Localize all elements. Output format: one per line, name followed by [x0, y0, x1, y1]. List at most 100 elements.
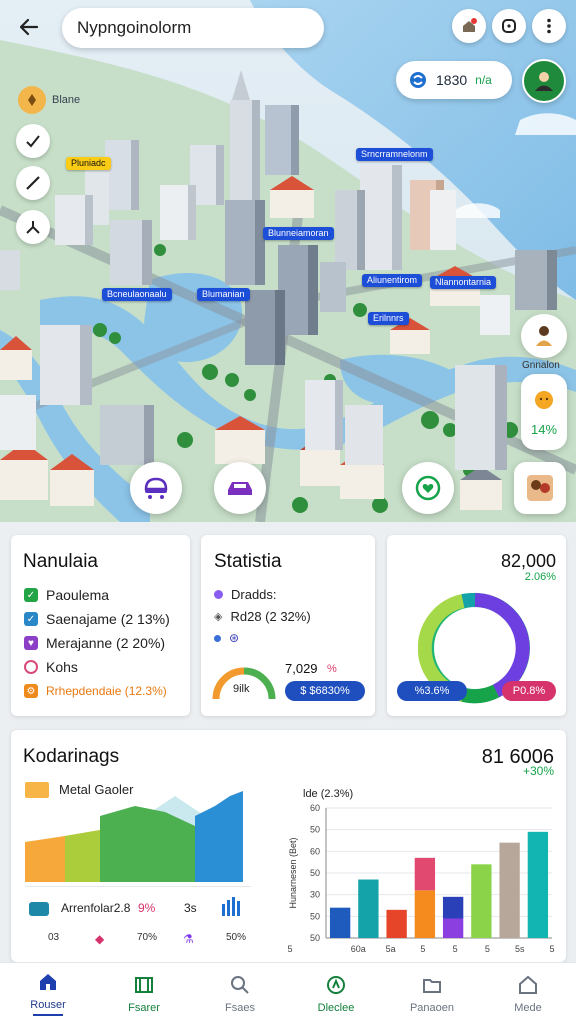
- legend-item[interactable]: ⚙ Rrhepdendaie (12.3%): [24, 679, 170, 703]
- badge-icon: ⊛: [229, 631, 240, 645]
- statistics-card: Statistia Dradds: ◈ Rd28 (2 32%) ⊛ 9ilk …: [201, 535, 375, 716]
- search-input-value: Nypngoinolorm: [77, 18, 192, 37]
- home-alert-icon: [463, 18, 477, 32]
- balance-pill[interactable]: 1830 n/a: [396, 61, 512, 99]
- home-icon: [40, 974, 56, 990]
- donut-badge-left[interactable]: %3.6%: [397, 681, 467, 701]
- map-tag[interactable]: Blunneiamoran: [263, 227, 334, 240]
- bar: [358, 879, 379, 938]
- y-tick-label: 50: [310, 868, 320, 878]
- x-tick-label: 5: [420, 944, 425, 954]
- x-tick-label: 5: [287, 944, 292, 954]
- area-foot-1: 03: [48, 932, 60, 943]
- layer-toggle[interactable]: Blane: [18, 86, 80, 114]
- donut-card-percent: 2.06%: [524, 571, 556, 583]
- legend-item[interactable]: ✓ Saenajame (2 13%): [24, 607, 170, 631]
- x-tick-label: 5: [453, 944, 458, 954]
- x-tick-label: 5: [549, 944, 554, 954]
- weather-card[interactable]: 14%: [521, 374, 567, 450]
- nav-item-map[interactable]: Fsarer: [96, 963, 192, 1024]
- y-tick-label: 50: [310, 825, 320, 835]
- bar: [527, 831, 549, 938]
- area-legend-percent: 9%: [138, 901, 156, 915]
- legend-item[interactable]: ✓ Paoulema: [24, 583, 170, 607]
- stat-item-label: Rd28 (2 32%): [230, 608, 311, 624]
- dot-icon: [214, 634, 221, 642]
- gauge-chart: [212, 667, 276, 700]
- route-fork-icon: [26, 221, 40, 234]
- layer-label: Blane: [52, 94, 81, 106]
- person-icon: [536, 326, 552, 346]
- bar: [329, 907, 351, 938]
- stat-badge[interactable]: $ $6830%: [285, 681, 365, 701]
- legend-card-title: Nanulaia: [23, 551, 98, 572]
- nav-item-folder[interactable]: Panaoen: [384, 963, 480, 1024]
- map-icon: [135, 976, 153, 993]
- photo-icon: [527, 475, 553, 501]
- photo-button[interactable]: [514, 462, 566, 514]
- gear-icon: ⚙: [24, 684, 38, 698]
- bar: [499, 842, 520, 938]
- house-icon: [519, 975, 537, 994]
- route-tool-button[interactable]: [16, 210, 50, 244]
- car-button[interactable]: [214, 462, 266, 514]
- stat-item[interactable]: ◈ Rd28 (2 32%): [214, 605, 311, 627]
- coin-icon: [410, 72, 426, 88]
- balance-value: 1830: [436, 72, 468, 88]
- city-map[interactable]: Nypngoinolorm 1830 n/a Blane Pluniadc Sr…: [0, 0, 576, 522]
- notifications-button[interactable]: [452, 9, 486, 43]
- active-indicator: [33, 1014, 63, 1016]
- layers-button[interactable]: [492, 9, 526, 43]
- stat-percent: %: [327, 663, 337, 675]
- stat-item[interactable]: Dradds:: [214, 583, 311, 605]
- legend-item-label: Saenajame (2 13%): [46, 611, 170, 627]
- draw-tool-button[interactable]: [16, 166, 50, 200]
- map-tag[interactable]: Srncrramnelonm: [356, 148, 433, 161]
- map-tag[interactable]: Pluniadc: [66, 157, 111, 170]
- nav-item-home[interactable]: Rouser: [0, 963, 96, 1024]
- more-menu-button[interactable]: [532, 9, 566, 43]
- bar-chart-title: lde (2.3%): [303, 788, 354, 800]
- nav-item-search[interactable]: Fsaes: [192, 963, 288, 1024]
- nav-item-house[interactable]: Mede: [480, 963, 576, 1024]
- map-tag[interactable]: Aliunentirom: [362, 274, 423, 287]
- map-top-bar: Nypngoinolorm: [0, 0, 576, 56]
- heart-icon: ♥: [24, 636, 38, 650]
- map-tag[interactable]: Blumanian: [197, 288, 250, 301]
- legend-item[interactable]: ♥ Merajanne (2 20%): [24, 631, 170, 655]
- statistics-list: Dradds: ◈ Rd28 (2 32%) ⊛: [214, 583, 311, 649]
- y-tick-label: 60: [310, 846, 320, 856]
- gauge-label: 9ilk: [233, 683, 250, 695]
- back-button[interactable]: [10, 8, 48, 46]
- area-chart: [25, 791, 243, 882]
- ring-icon: [24, 660, 38, 674]
- check-icon: ✓: [24, 612, 38, 626]
- y-tick-label: 50: [310, 911, 320, 921]
- nav-item-label: Dleclee: [317, 1001, 355, 1014]
- nav-item-explore[interactable]: Dleclee: [288, 963, 384, 1024]
- stat-item[interactable]: ⊛: [214, 627, 311, 649]
- x-tick-label: 5a: [386, 944, 396, 954]
- map-tag[interactable]: Bcneulaonaalu: [102, 288, 172, 301]
- divider: [25, 886, 251, 887]
- user-avatar[interactable]: [522, 59, 566, 103]
- measure-tool-button[interactable]: [16, 124, 50, 158]
- place-avatar[interactable]: [521, 314, 567, 358]
- legend-item[interactable]: Kohs: [24, 655, 170, 679]
- y-axis-label: Hunarnesen (Bet): [288, 837, 298, 908]
- checkmark-tool-icon: [26, 135, 40, 148]
- person-icon: [535, 72, 553, 91]
- transit-button[interactable]: [130, 462, 182, 514]
- area-legend-number: 3s: [184, 901, 197, 915]
- place-label: Gnnalon: [522, 360, 560, 371]
- area-legend-label: Arrenfolar2.8: [61, 901, 131, 915]
- more-vertical-icon: [547, 18, 551, 34]
- map-tag[interactable]: Nlannontarnia: [430, 276, 497, 289]
- map-tag[interactable]: Erilnnrs: [368, 312, 409, 325]
- search-input[interactable]: Nypngoinolorm: [62, 8, 324, 48]
- favorites-button[interactable]: [402, 462, 454, 514]
- donut-badge-right[interactable]: P0.8%: [502, 681, 556, 701]
- bars-icon: [222, 897, 240, 916]
- nav-item-label: Fsaes: [225, 1001, 255, 1014]
- x-tick-label: 60a: [351, 944, 366, 954]
